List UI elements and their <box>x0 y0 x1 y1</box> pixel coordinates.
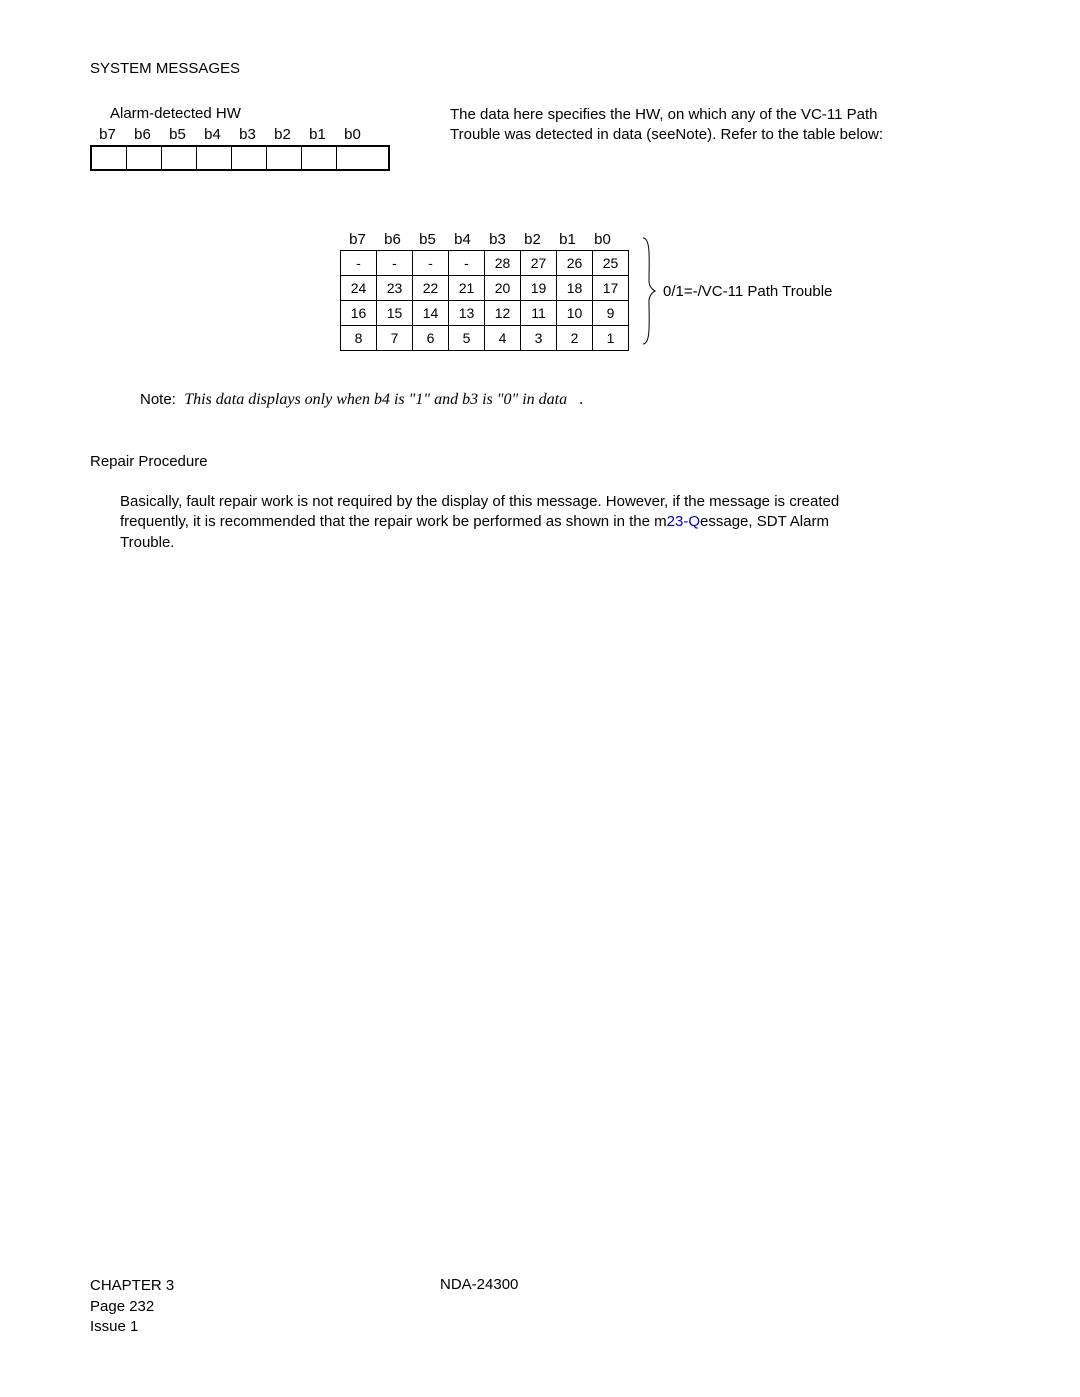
section-header: SYSTEM MESSAGES <box>90 60 1030 77</box>
repair-line2d: SDT Alarm <box>757 513 829 530</box>
note-label: Note: <box>140 391 176 408</box>
footer-chapter: CHAPTER 3 <box>90 1276 440 1296</box>
repair-heading: Repair Procedure <box>90 453 1030 470</box>
grid-cell: 27 <box>521 251 557 276</box>
grid-bit-label: b7 <box>340 231 375 250</box>
repair-line3: Trouble. <box>120 534 174 551</box>
repair-line1: Basically, fault repair work is not requ… <box>120 493 839 510</box>
grid-wrap: b7 b6 b5 b4 b3 b2 b1 b0 - - - - 28 27 26 <box>340 231 1030 351</box>
table-row: 24 23 22 21 20 19 18 17 <box>341 276 629 301</box>
grid-cell: - <box>449 251 485 276</box>
grid-bit-label: b2 <box>515 231 550 250</box>
bit-cell <box>302 147 337 169</box>
bit-cell <box>127 147 162 169</box>
grid-cell: 8 <box>341 326 377 351</box>
repair-body: Basically, fault repair work is not requ… <box>120 492 1030 553</box>
bit-cell <box>337 147 372 169</box>
grid-bit-label: b6 <box>375 231 410 250</box>
grid-cell: 14 <box>413 301 449 326</box>
note-body-b: . <box>580 391 584 408</box>
footer-page: Page 232 <box>90 1297 440 1317</box>
bit-cell <box>92 147 127 169</box>
grid-cell: 20 <box>485 276 521 301</box>
bit-cell <box>197 147 232 169</box>
grid-bit-label: b3 <box>480 231 515 250</box>
grid-cell: 5 <box>449 326 485 351</box>
desc-line1: The data here specifies the HW, on which… <box>450 106 877 123</box>
grid-cell: 16 <box>341 301 377 326</box>
bit-label: b6 <box>125 126 160 143</box>
grid-cell: 10 <box>557 301 593 326</box>
brace-legend: 0/1=-/VC-11 Path Trouble <box>641 236 832 346</box>
desc-line2b: Note <box>675 126 707 143</box>
grid-cell: - <box>341 251 377 276</box>
grid-cell: 23 <box>377 276 413 301</box>
grid-cell: 26 <box>557 251 593 276</box>
grid-cell: 18 <box>557 276 593 301</box>
grid-cell: - <box>377 251 413 276</box>
grid-cell: 7 <box>377 326 413 351</box>
bit-cell <box>162 147 197 169</box>
table-row: - - - - 28 27 26 25 <box>341 251 629 276</box>
page-footer: CHAPTER 3 Page 232 Issue 1 NDA-24300 <box>90 1276 1030 1337</box>
bit-label: b0 <box>335 126 370 143</box>
grid-bit-label: b1 <box>550 231 585 250</box>
bit-header-row: b7 b6 b5 b4 b3 b2 b1 b0 <box>90 126 390 143</box>
alarm-block: Alarm-detected HW b7 b6 b5 b4 b3 b2 b1 b… <box>90 105 390 171</box>
repair-line2a: frequently, it is recommended that the r… <box>120 513 667 530</box>
bit-cells <box>90 145 390 171</box>
grid-cell: 6 <box>413 326 449 351</box>
grid-cell: 21 <box>449 276 485 301</box>
grid-cell: 28 <box>485 251 521 276</box>
grid-cell: 2 <box>557 326 593 351</box>
grid-cell: 9 <box>593 301 629 326</box>
grid-cell: 15 <box>377 301 413 326</box>
grid-cell: 25 <box>593 251 629 276</box>
note: Note: This data displays only when b4 is… <box>140 391 1030 409</box>
bit-label: b1 <box>300 126 335 143</box>
desc-line2c: ). Refer to the table below: <box>707 126 883 143</box>
bit-label: b2 <box>265 126 300 143</box>
footer-docnum: NDA-24300 <box>440 1276 1030 1293</box>
bit-cell <box>232 147 267 169</box>
footer-issue: Issue 1 <box>90 1317 440 1337</box>
grid-cell: 17 <box>593 276 629 301</box>
grid-bit-label: b5 <box>410 231 445 250</box>
bit-label: b4 <box>195 126 230 143</box>
grid-table: - - - - 28 27 26 25 24 23 22 21 20 19 18 <box>340 250 629 351</box>
table-row: 8 7 6 5 4 3 2 1 <box>341 326 629 351</box>
bit-cell <box>267 147 302 169</box>
bit-label: b3 <box>230 126 265 143</box>
grid-cell: 13 <box>449 301 485 326</box>
repair-line2b-link: 23-Q <box>667 513 700 530</box>
grid-cell: 22 <box>413 276 449 301</box>
top-row: Alarm-detected HW b7 b6 b5 b4 b3 b2 b1 b… <box>90 105 1030 171</box>
repair-line2b: essage, <box>700 513 753 530</box>
grid-cell: 24 <box>341 276 377 301</box>
grid-cell: 4 <box>485 326 521 351</box>
grid-bit-label: b0 <box>585 231 620 250</box>
table-row: 16 15 14 13 12 11 10 9 <box>341 301 629 326</box>
grid-cell: 12 <box>485 301 521 326</box>
note-body-a: This data displays only when b4 is "1" a… <box>184 391 567 408</box>
legend-text: 0/1=-/VC-11 Path Trouble <box>663 283 832 300</box>
grid-bit-label: b4 <box>445 231 480 250</box>
desc-line2a: Trouble was detected in data (see <box>450 126 675 143</box>
footer-left: CHAPTER 3 Page 232 Issue 1 <box>90 1276 440 1337</box>
alarm-title: Alarm-detected HW <box>110 105 390 122</box>
brace-icon <box>641 236 657 346</box>
bit-label: b5 <box>160 126 195 143</box>
grid-bit-header: b7 b6 b5 b4 b3 b2 b1 b0 <box>340 231 629 250</box>
grid-cell: 19 <box>521 276 557 301</box>
grid-cell: - <box>413 251 449 276</box>
grid-cell: 3 <box>521 326 557 351</box>
description-text: The data here specifies the HW, on which… <box>450 105 883 146</box>
grid-cell: 1 <box>593 326 629 351</box>
page: SYSTEM MESSAGES Alarm-detected HW b7 b6 … <box>0 0 1080 1397</box>
grid-column: b7 b6 b5 b4 b3 b2 b1 b0 - - - - 28 27 26 <box>340 231 629 351</box>
grid-cell: 11 <box>521 301 557 326</box>
bit-label: b7 <box>90 126 125 143</box>
